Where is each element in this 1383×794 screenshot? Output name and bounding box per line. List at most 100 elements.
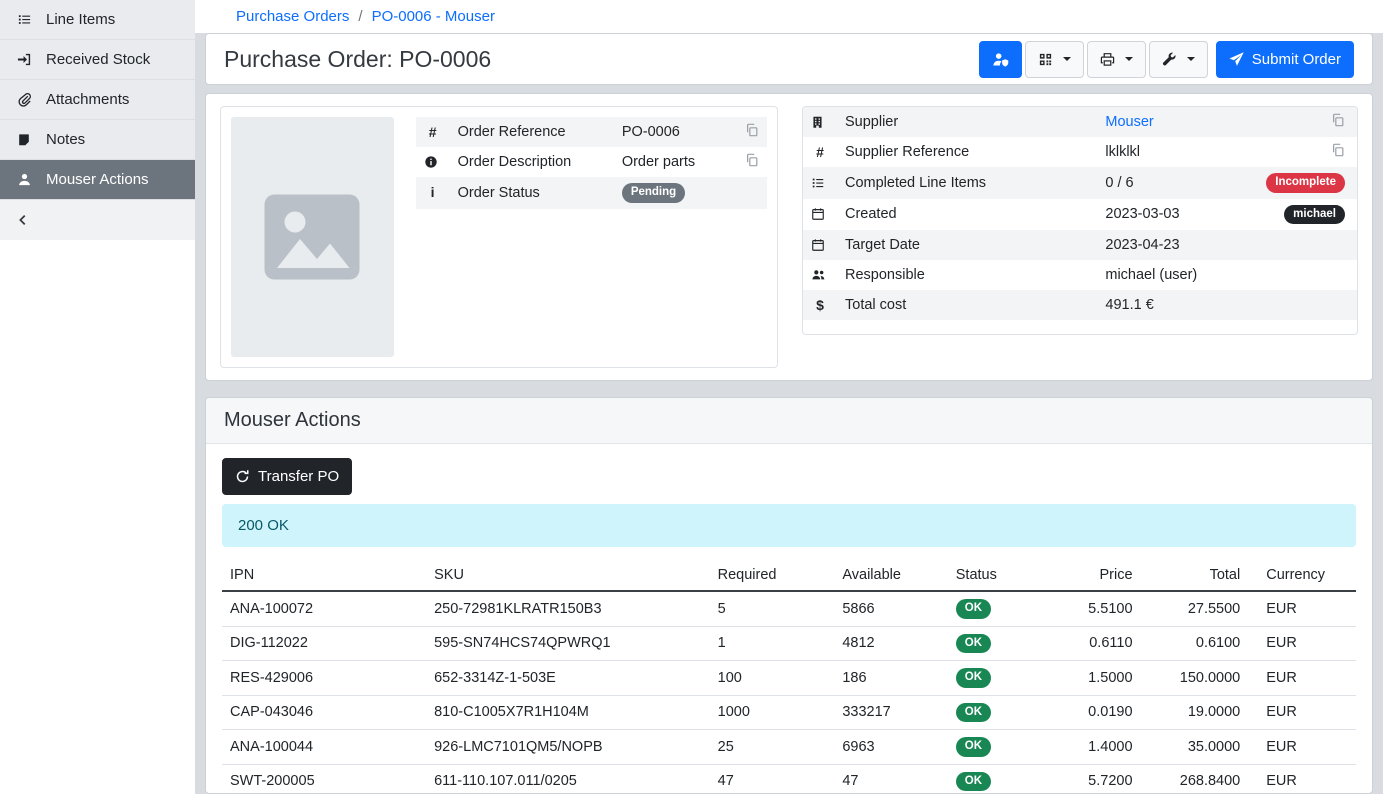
order-summary-card: # Order Reference PO-0006 (220, 106, 778, 368)
cell-sku: 595-SN74HCS74QPWRQ1 (426, 626, 710, 661)
detail-row-order-status: i Order Status Pending (416, 177, 767, 209)
mouser-actions-panel: Mouser Actions Transfer PO 200 OK (205, 397, 1373, 794)
breadcrumb-link-po-0006[interactable]: PO-0006 - Mouser (372, 8, 495, 25)
cell-ipn: CAP-043046 (222, 695, 426, 730)
cell-required: 100 (710, 661, 835, 696)
cell-ipn: ANA-100072 (222, 591, 426, 626)
submit-order-button[interactable]: Submit Order (1216, 41, 1354, 78)
sidebar-item-label: Mouser Actions (46, 171, 149, 188)
cell-available: 4812 (834, 626, 947, 661)
sidebar-collapse-button[interactable] (0, 200, 195, 240)
cell-available: 47 (834, 764, 947, 794)
detail-value: PO-0006 (614, 117, 727, 147)
copy-icon[interactable] (1331, 113, 1345, 127)
cell-sku: 652-3314Z-1-503E (426, 661, 710, 696)
cell-total: 268.8400 (1141, 764, 1249, 794)
cell-currency: EUR (1248, 730, 1356, 765)
sidebar-item-mouser-actions[interactable]: Mouser Actions (0, 160, 195, 200)
user-shield-icon (992, 51, 1009, 68)
breadcrumb-link-purchase-orders[interactable]: Purchase Orders (236, 8, 349, 25)
detail-label: Supplier (837, 107, 1097, 137)
paperclip-icon (16, 92, 32, 107)
list-check-icon (811, 176, 829, 190)
sidebar-item-label: Notes (46, 131, 85, 148)
cell-available: 5866 (834, 591, 947, 626)
table-row: CAP-043046 810-C1005X7R1H104M 1000 33321… (222, 695, 1356, 730)
copy-icon[interactable] (1331, 143, 1345, 157)
order-actions-button[interactable] (1149, 41, 1208, 78)
hash-icon: # (429, 124, 437, 140)
col-header-currency: Currency (1248, 560, 1356, 591)
col-header-available: Available (834, 560, 947, 591)
table-row: ANA-100072 250-72981KLRATR150B3 5 5866 O… (222, 591, 1356, 626)
cell-total: 0.6100 (1141, 626, 1249, 661)
info-circle-icon (424, 155, 442, 169)
submit-order-label: Submit Order (1252, 51, 1341, 68)
sidebar-item-received-stock[interactable]: Received Stock (0, 40, 195, 80)
cell-price: 1.5000 (1050, 661, 1141, 696)
col-header-price: Price (1050, 560, 1141, 591)
detail-value: 2023-04-23 (1097, 230, 1233, 260)
cell-total: 19.0000 (1141, 695, 1249, 730)
cell-price: 0.0190 (1050, 695, 1141, 730)
detail-label: Supplier Reference (837, 137, 1097, 167)
supplier-link[interactable]: Mouser (1105, 114, 1153, 130)
col-header-total: Total (1141, 560, 1249, 591)
refresh-icon (235, 469, 250, 484)
caret-down-icon (1063, 57, 1071, 61)
part-image-placeholder[interactable] (231, 117, 394, 357)
breadcrumb: Purchase Orders / PO-0006 - Mouser (195, 0, 1383, 33)
cell-total: 27.5500 (1141, 591, 1249, 626)
table-row: RES-429006 652-3314Z-1-503E 100 186 OK 1… (222, 661, 1356, 696)
building-icon (811, 115, 829, 129)
detail-label: Target Date (837, 230, 1097, 260)
sidebar-item-notes[interactable]: Notes (0, 120, 195, 160)
copy-icon[interactable] (745, 123, 759, 137)
caret-down-icon (1125, 57, 1133, 61)
user-icon (16, 172, 32, 187)
list-icon (16, 12, 32, 27)
detail-value: lklklkl (1097, 137, 1233, 167)
cell-available: 333217 (834, 695, 947, 730)
calendar-icon (811, 207, 829, 221)
status-badge: OK (956, 599, 991, 619)
parts-table-header-row: IPN SKU Required Available Status Price … (222, 560, 1356, 591)
cell-ipn: RES-429006 (222, 661, 426, 696)
transfer-po-button[interactable]: Transfer PO (222, 458, 352, 495)
admin-button[interactable] (979, 41, 1022, 78)
order-details-panel: # Order Reference PO-0006 (205, 93, 1373, 381)
breadcrumb-separator: / (358, 8, 362, 25)
transfer-po-label: Transfer PO (258, 468, 339, 485)
copy-icon[interactable] (745, 153, 759, 167)
detail-value: 0 / 6 (1097, 167, 1233, 199)
note-icon (16, 133, 32, 147)
detail-value: 2023-03-03 (1097, 199, 1233, 231)
detail-label: Created (837, 199, 1097, 231)
detail-row-responsible: Responsible michael (user) (803, 260, 1357, 290)
page-title: Purchase Order: PO-0006 (224, 46, 491, 73)
order-info-table: # Order Reference PO-0006 (416, 117, 767, 209)
sign-in-icon (16, 52, 32, 67)
user-badge: michael (1284, 205, 1345, 225)
status-badge: OK (956, 737, 991, 757)
detail-label: Order Reference (450, 117, 614, 147)
detail-value: 491.1 € (1097, 290, 1233, 320)
cell-required: 25 (710, 730, 835, 765)
main-content: Purchase Orders / PO-0006 - Mouser Purch… (195, 0, 1383, 794)
cell-required: 1 (710, 626, 835, 661)
cell-ipn: SWT-200005 (222, 764, 426, 794)
cell-required: 5 (710, 591, 835, 626)
status-badge: OK (956, 772, 991, 792)
status-badge: OK (956, 634, 991, 654)
transfer-status-alert: 200 OK (222, 504, 1356, 547)
print-actions-button[interactable] (1087, 41, 1146, 78)
cell-ipn: ANA-100044 (222, 730, 426, 765)
sidebar-item-attachments[interactable]: Attachments (0, 80, 195, 120)
sidebar-item-line-items[interactable]: Line Items (0, 0, 195, 40)
detail-row-supplier: Supplier Mouser (803, 107, 1357, 137)
col-header-ipn: IPN (222, 560, 426, 591)
cell-price: 1.4000 (1050, 730, 1141, 765)
col-header-sku: SKU (426, 560, 710, 591)
order-status-badge: Pending (622, 183, 685, 203)
barcode-actions-button[interactable] (1025, 41, 1084, 78)
